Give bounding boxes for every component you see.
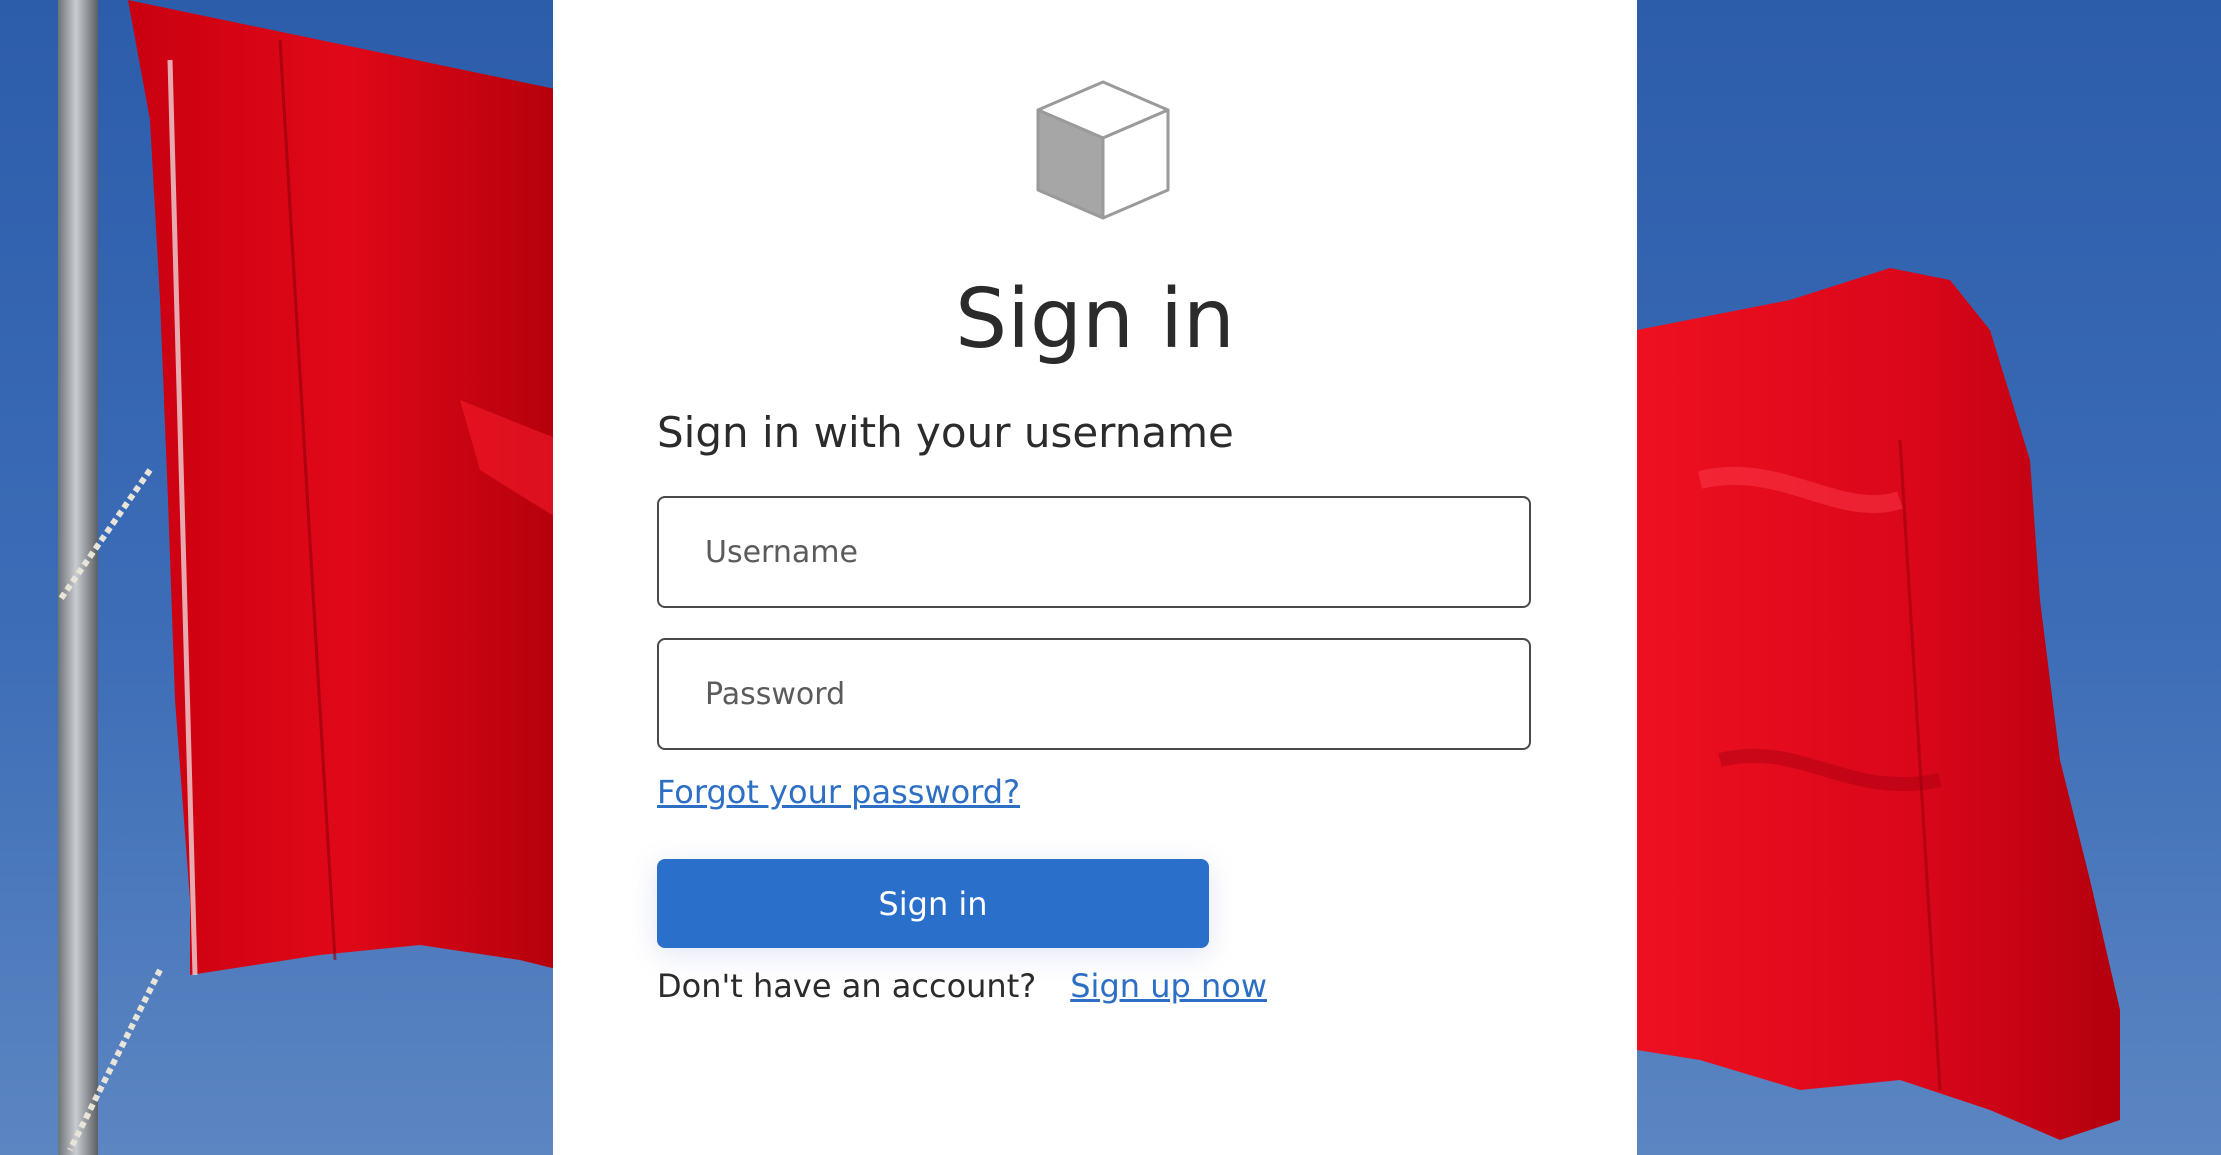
sign-in-page: Sign in Sign in with your username Forgo… [0, 0, 2221, 1155]
signup-prompt: Don't have an account? Sign up now [657, 964, 1267, 1008]
sign-in-panel: Sign in Sign in with your username Forgo… [553, 0, 1637, 1155]
no-account-text: Don't have an account? [657, 967, 1037, 1005]
cube-icon [1036, 80, 1170, 220]
flag-pole [58, 0, 98, 1155]
sign-up-link[interactable]: Sign up now [1070, 967, 1267, 1005]
page-subtitle: Sign in with your username [657, 408, 1234, 457]
page-title: Sign in [955, 272, 1235, 367]
password-input[interactable] [657, 638, 1531, 750]
sign-in-button[interactable]: Sign in [657, 859, 1209, 948]
forgot-password-link[interactable]: Forgot your password? [657, 770, 1020, 814]
username-input[interactable] [657, 496, 1531, 608]
